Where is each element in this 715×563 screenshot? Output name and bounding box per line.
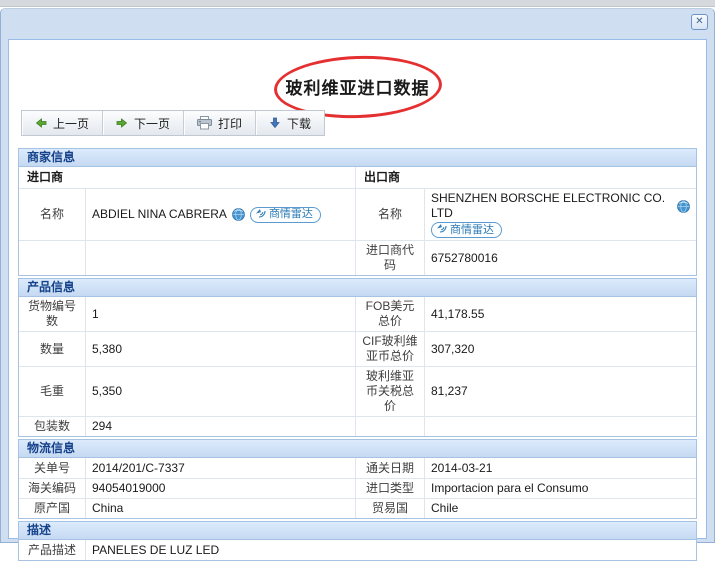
importer-code-value: 6752780016: [424, 241, 696, 275]
importer-code-row: 进口商代码 6752780016: [19, 240, 696, 275]
field-label: 贸易国: [355, 499, 424, 518]
empty-cell: [85, 241, 355, 275]
arrow-left-icon: [35, 117, 47, 129]
field-value: 307,320: [424, 332, 696, 366]
prev-page-label: 上一页: [53, 115, 89, 132]
exporter-radar-badge[interactable]: 商情雷达: [431, 222, 502, 238]
importer-radar-badge-label: 商情雷达: [269, 207, 313, 222]
dialog-window: ✕ 玻利维亚进口数据 上一页 下一页: [0, 8, 715, 543]
field-value: 81,237: [424, 367, 696, 416]
field-label: 通关日期: [355, 458, 424, 478]
field-value: 94054019000: [85, 479, 355, 498]
exporter-name-label: 名称: [355, 189, 424, 240]
table-row: 毛重 5,350 玻利维亚币关税总价 81,237: [19, 366, 696, 416]
field-label: 包装数: [19, 417, 85, 436]
importer-column-header: 进口商: [19, 167, 355, 188]
table-row: 数量 5,380 CIF玻利维亚币总价 307,320: [19, 331, 696, 366]
importer-code-label: 进口商代码: [355, 241, 424, 275]
field-value: 2014/201/C-7337: [85, 458, 355, 478]
field-value: 294: [85, 417, 355, 436]
field-value: China: [85, 499, 355, 518]
dialog-content-panel: 玻利维亚进口数据 上一页 下一页: [8, 39, 707, 539]
field-label: 玻利维亚币关税总价: [355, 367, 424, 416]
field-label: 海关编码: [19, 479, 85, 498]
field-value: Importacion para el Consumo: [424, 479, 696, 498]
description-row: 产品描述 PANELES DE LUZ LED: [19, 540, 696, 560]
logistics-section-header: 物流信息: [19, 440, 696, 458]
product-section-header: 产品信息: [19, 279, 696, 297]
importer-name-cell: ABDIEL NINA CABRERA: [85, 189, 355, 240]
description-label: 产品描述: [19, 540, 85, 560]
field-label: FOB美元总价: [355, 297, 424, 331]
section-merchant-info: 商家信息 进口商 出口商 名称 ABDIEL NINA CABRERA: [18, 148, 697, 276]
next-page-button[interactable]: 下一页: [103, 111, 184, 135]
table-row: 包装数 294: [19, 416, 696, 436]
table-row: 货物编号数 1 FOB美元总价 41,178.55: [19, 297, 696, 331]
exporter-name-value: SHENZHEN BORSCHE ELECTRONIC CO. LTD: [431, 191, 672, 221]
importer-name-label: 名称: [19, 189, 85, 240]
section-product-info: 产品信息 货物编号数 1 FOB美元总价 41,178.55 数量 5,380 …: [18, 278, 697, 437]
field-label: [355, 417, 424, 436]
table-row: 海关编码 94054019000 进口类型 Importacion para e…: [19, 478, 696, 498]
field-label: 数量: [19, 332, 85, 366]
section-logistics-info: 物流信息 关单号 2014/201/C-7337 通关日期 2014-03-21…: [18, 439, 697, 519]
radar-icon: [255, 207, 266, 223]
importer-name-value: ABDIEL NINA CABRERA: [92, 207, 227, 222]
field-value: Chile: [424, 499, 696, 518]
exporter-name-cell: SHENZHEN BORSCHE ELECTRONIC CO. LTD: [424, 189, 696, 240]
print-label: 打印: [218, 115, 242, 132]
exporter-column-header: 出口商: [355, 167, 696, 188]
field-value: 41,178.55: [424, 297, 696, 331]
field-label: 原产国: [19, 499, 85, 518]
download-button[interactable]: 下载: [256, 111, 324, 135]
merchant-name-row: 名称 ABDIEL NINA CABRERA: [19, 188, 696, 240]
print-button[interactable]: 打印: [184, 111, 256, 135]
globe-icon[interactable]: [232, 208, 245, 221]
description-section-header: 描述: [19, 522, 696, 540]
field-label: 关单号: [19, 458, 85, 478]
close-icon: ✕: [695, 16, 703, 27]
table-row: 原产国 China 贸易国 Chile: [19, 498, 696, 518]
title-area: 玻利维亚进口数据: [9, 54, 706, 114]
page-background-strip: [0, 0, 715, 7]
close-button[interactable]: ✕: [691, 14, 708, 30]
section-description: 描述 产品描述 PANELES DE LUZ LED: [18, 521, 697, 561]
field-value: 2014-03-21: [424, 458, 696, 478]
field-label: 进口类型: [355, 479, 424, 498]
printer-icon: [197, 116, 212, 130]
prev-page-button[interactable]: 上一页: [22, 111, 103, 135]
merchant-subheader-row: 进口商 出口商: [19, 167, 696, 188]
next-page-label: 下一页: [134, 115, 170, 132]
field-value: 1: [85, 297, 355, 331]
empty-cell: [19, 241, 85, 275]
field-label: 毛重: [19, 367, 85, 416]
field-label: 货物编号数: [19, 297, 85, 331]
arrow-down-icon: [269, 117, 281, 129]
merchant-section-header: 商家信息: [19, 149, 696, 167]
arrow-right-icon: [116, 117, 128, 129]
globe-icon[interactable]: [677, 200, 690, 213]
field-value: 5,350: [85, 367, 355, 416]
radar-icon: [436, 222, 447, 238]
importer-radar-badge[interactable]: 商情雷达: [250, 207, 321, 223]
page-title: 玻利维亚进口数据: [286, 74, 430, 99]
toolbar: 上一页 下一页 打印: [21, 110, 325, 136]
field-label: CIF玻利维亚币总价: [355, 332, 424, 366]
field-value: [424, 417, 696, 436]
exporter-radar-badge-label: 商情雷达: [450, 223, 494, 238]
description-value: PANELES DE LUZ LED: [85, 540, 696, 560]
field-value: 5,380: [85, 332, 355, 366]
download-label: 下载: [287, 115, 311, 132]
detail-tables: 商家信息 进口商 出口商 名称 ABDIEL NINA CABRERA: [18, 148, 697, 563]
table-row: 关单号 2014/201/C-7337 通关日期 2014-03-21: [19, 458, 696, 478]
